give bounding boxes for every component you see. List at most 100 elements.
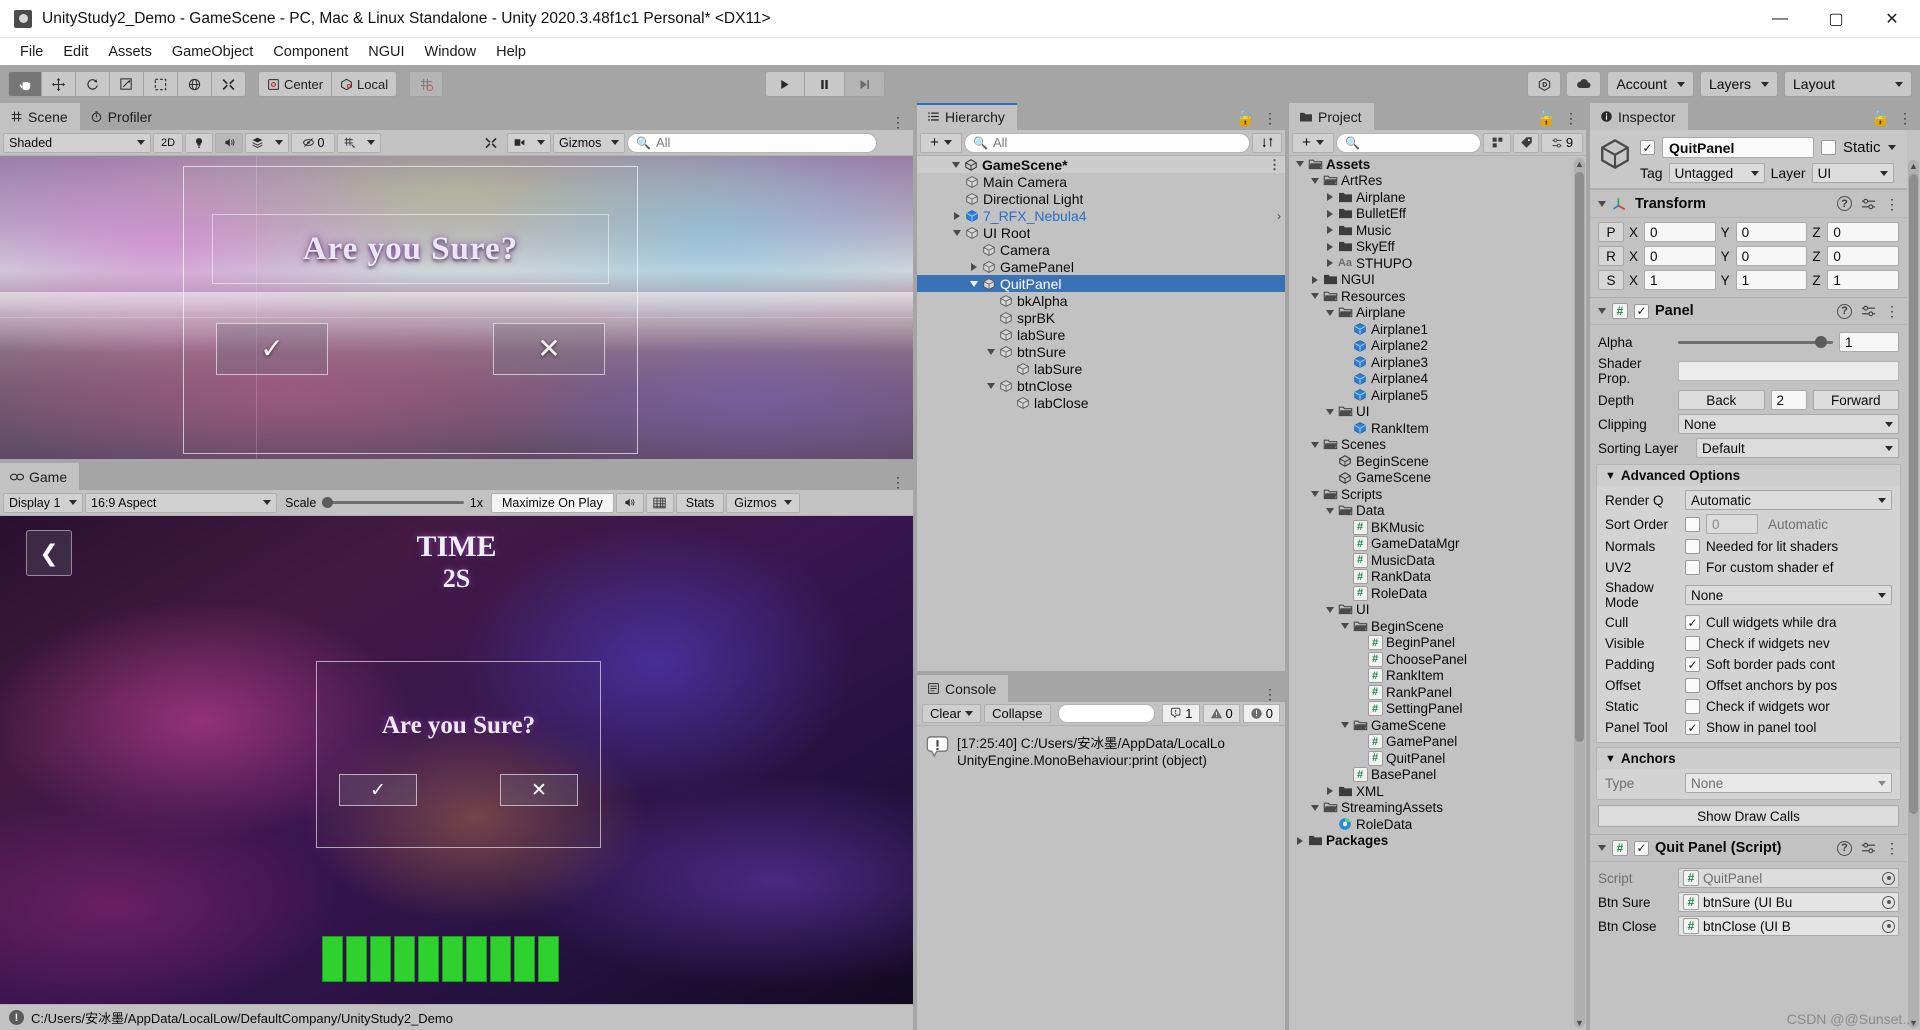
position-y-input[interactable]: 0 — [1735, 222, 1808, 242]
depth-forward-button[interactable]: Forward — [1812, 390, 1899, 410]
project-label-icon[interactable] — [1513, 132, 1539, 153]
anchors-header[interactable]: ▼ Anchors — [1597, 748, 1900, 769]
menu-item-component[interactable]: Component — [263, 41, 358, 63]
step-button[interactable] — [844, 71, 885, 97]
2d-toggle-button[interactable]: 2D — [153, 132, 183, 153]
chevron-down-icon[interactable] — [984, 348, 998, 355]
project-row-sthupo[interactable]: Aa STHUPO — [1289, 255, 1586, 272]
project-row-airplane3[interactable]: Airplane3 — [1289, 354, 1586, 371]
chevron-down-icon[interactable] — [1308, 293, 1322, 300]
project-row-beginpanel[interactable]: # BeginPanel — [1289, 635, 1586, 652]
chevron-down-icon[interactable] — [1598, 200, 1606, 207]
inspector-body[interactable]: QuitPanel Static Tag Untagged — [1590, 130, 1920, 1030]
menu-item-help[interactable]: Help — [486, 41, 536, 63]
transform-component-header[interactable]: Transform ? ⋮ — [1590, 189, 1907, 218]
console-panel-menu[interactable]: ⋮ — [1263, 687, 1285, 702]
grid-snapping-button[interactable] — [409, 71, 444, 97]
advanced-checkbox[interactable] — [1685, 615, 1700, 630]
game-cancel-button[interactable]: ✕ — [500, 774, 578, 806]
project-row-bulleteff[interactable]: BulletEff — [1289, 206, 1586, 223]
project-row-ui[interactable]: UI — [1289, 404, 1586, 421]
project-row-ngui[interactable]: NGUI — [1289, 272, 1586, 289]
gameobject-name-input[interactable]: QuitPanel — [1662, 137, 1814, 158]
project-row-musicdata[interactable]: # MusicData — [1289, 552, 1586, 569]
project-scrollbar[interactable]: ▲ ▼ — [1574, 158, 1585, 1028]
advanced-checkbox[interactable] — [1685, 720, 1700, 735]
project-row-ui[interactable]: UI — [1289, 602, 1586, 619]
chevron-down-icon[interactable] — [1293, 161, 1307, 168]
console-warning-count[interactable]: 0 — [1202, 704, 1240, 723]
scale-x-input[interactable]: 1 — [1644, 270, 1716, 290]
lock-icon[interactable]: 🔓 — [1537, 109, 1556, 127]
advanced-checkbox[interactable] — [1685, 678, 1700, 693]
chevron-right-icon[interactable] — [1323, 242, 1337, 251]
hierarchy-row-7rfxnebula4[interactable]: 7_RFX_Nebula4 › — [917, 207, 1285, 224]
draw-mode-dropdown[interactable]: Shaded — [3, 132, 151, 153]
component-menu-icon[interactable]: ⋮ — [1885, 841, 1899, 855]
hierarchy-row-camera[interactable]: Camera — [917, 241, 1285, 258]
project-row-airplane5[interactable]: Airplane5 — [1289, 387, 1586, 404]
tab-profiler[interactable]: Profiler — [79, 103, 165, 130]
alpha-slider[interactable] — [1678, 332, 1833, 352]
chevron-down-icon[interactable] — [1338, 722, 1352, 729]
chevron-right-icon[interactable] — [1323, 226, 1337, 235]
rotate-tool-button[interactable] — [76, 71, 110, 97]
layers-dropdown[interactable]: Layers — [1699, 71, 1778, 97]
scroll-up-icon[interactable]: ▲ — [1574, 158, 1585, 169]
hierarchy-row-maincamera[interactable]: Main Camera — [917, 173, 1285, 190]
lock-icon[interactable]: 🔓 — [1871, 109, 1890, 127]
scale-slider[interactable]: Scale 1x — [279, 492, 489, 513]
project-row-rankitem[interactable]: RankItem — [1289, 420, 1586, 437]
depth-back-button[interactable]: Back — [1678, 390, 1765, 410]
tab-game[interactable]: Game — [0, 463, 80, 490]
hierarchy-panel-menu[interactable]: ⋮ — [1263, 111, 1277, 125]
object-reference-field[interactable]: # btnSure (UI Bu — [1678, 892, 1899, 912]
aspect-dropdown[interactable]: 16:9 Aspect — [85, 492, 277, 513]
rotation-y-input[interactable]: 0 — [1735, 246, 1808, 266]
chevron-down-icon[interactable] — [1308, 491, 1322, 498]
minimize-button[interactable]: — — [1752, 0, 1808, 37]
menu-item-file[interactable]: File — [10, 41, 53, 63]
hierarchy-tree[interactable]: GameScene* ⋮ Main Camera Directional Light 7… — [917, 156, 1285, 671]
chevron-down-icon[interactable] — [984, 382, 998, 389]
project-row-roledata[interactable]: # RoleData — [1289, 585, 1586, 602]
project-row-skyeff[interactable]: SkyEff — [1289, 239, 1586, 256]
chevron-right-icon[interactable] — [1323, 787, 1337, 796]
maximize-button[interactable]: ▢ — [1808, 0, 1864, 37]
cloud-icon[interactable] — [1567, 71, 1602, 97]
scene-audio-icon[interactable] — [215, 132, 243, 153]
project-row-airplane4[interactable]: Airplane4 — [1289, 371, 1586, 388]
depth-value-input[interactable]: 2 — [1770, 390, 1807, 410]
scene-viewport[interactable]: Are you Sure? ✓ ✕ — [0, 156, 913, 459]
advanced-dropdown[interactable]: None — [1685, 585, 1892, 605]
preset-icon[interactable] — [1861, 197, 1876, 211]
project-row-rankdata[interactable]: # RankData — [1289, 569, 1586, 586]
advanced-checkbox[interactable] — [1685, 657, 1700, 672]
chevron-right-icon[interactable] — [1323, 193, 1337, 202]
lock-icon[interactable]: 🔓 — [1236, 109, 1255, 127]
project-row-bkmusic[interactable]: # BKMusic — [1289, 519, 1586, 536]
game-stats-grid-icon[interactable] — [645, 492, 674, 513]
project-row-airplane[interactable]: Airplane — [1289, 189, 1586, 206]
collab-icon[interactable] — [1527, 71, 1562, 97]
game-mute-icon[interactable] — [615, 492, 644, 513]
chevron-down-icon[interactable] — [1308, 441, 1322, 448]
project-row-airplane2[interactable]: Airplane2 — [1289, 338, 1586, 355]
quit-panel-script-header[interactable]: # Quit Panel (Script) ? ⋮ — [1590, 834, 1907, 862]
layer-dropdown[interactable]: UI — [1811, 163, 1894, 183]
transform-tool-button[interactable] — [178, 71, 212, 97]
gameobject-enabled-checkbox[interactable] — [1640, 140, 1655, 155]
chevron-down-icon[interactable] — [1323, 309, 1337, 316]
project-row-choosepanel[interactable]: # ChoosePanel — [1289, 651, 1586, 668]
clipping-dropdown[interactable]: None — [1678, 414, 1899, 434]
advanced-dropdown[interactable]: Automatic — [1685, 490, 1892, 510]
show-draw-calls-button[interactable]: Show Draw Calls — [1598, 805, 1899, 827]
project-row-music[interactable]: Music — [1289, 222, 1586, 239]
scene-camera-dropdown[interactable] — [507, 132, 551, 153]
game-confirm-button[interactable]: ✓ — [339, 774, 417, 806]
object-picker-icon[interactable] — [1882, 871, 1895, 885]
project-row-artres[interactable]: ArtRes — [1289, 173, 1586, 190]
project-row-packages[interactable]: Packages — [1289, 833, 1586, 850]
menu-item-window[interactable]: Window — [415, 41, 487, 63]
object-reference-field[interactable]: # btnClose (UI B — [1678, 916, 1899, 936]
